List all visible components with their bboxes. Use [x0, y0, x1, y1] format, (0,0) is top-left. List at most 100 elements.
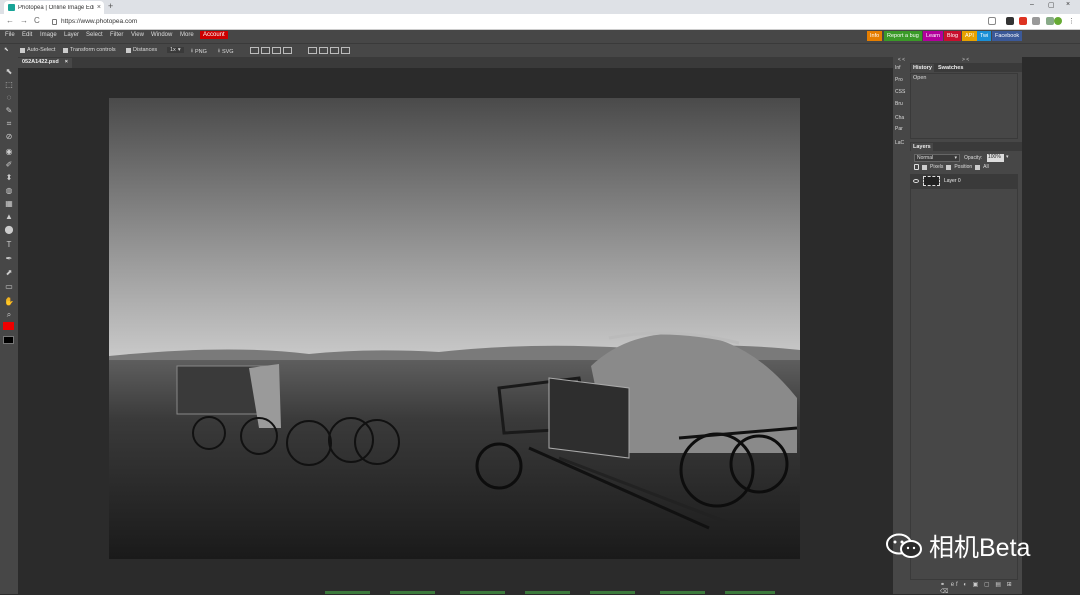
facebook-link[interactable]: Facebook [992, 31, 1023, 41]
align-center-icon[interactable] [261, 47, 270, 54]
align-top-icon[interactable] [283, 47, 292, 54]
back-button[interactable]: ← [6, 16, 14, 25]
zoom-tool-icon[interactable]: ⌕ [4, 310, 14, 319]
menu-window[interactable]: Window [151, 32, 172, 38]
distribute-right-icon[interactable] [330, 47, 339, 54]
browser-tab[interactable]: Photopea | Online Image Edit × [4, 1, 104, 14]
menu-select[interactable]: Select [86, 32, 103, 38]
hand-tool-icon[interactable]: ✋ [4, 297, 14, 306]
path-selection-tool-icon[interactable]: ⬈ [4, 268, 14, 277]
align-right-icon[interactable] [272, 47, 281, 54]
marquee-tool-icon[interactable]: ⬚ [4, 80, 14, 89]
address-bar[interactable]: https://www.photopea.com [50, 16, 1000, 27]
profile-avatar[interactable] [1054, 17, 1062, 25]
rectangle-tool-icon[interactable]: ▭ [4, 282, 14, 291]
brush-panel-button[interactable]: Bru [895, 101, 903, 107]
distribute-left-icon[interactable] [308, 47, 317, 54]
blog-link[interactable]: Blog [944, 31, 962, 41]
move-tool-icon[interactable]: ⬉ [4, 67, 14, 76]
maximize-button[interactable]: ▢ [1048, 1, 1055, 9]
character-panel-button[interactable]: Cha [895, 115, 904, 121]
layer-row[interactable]: Layer 0 [910, 174, 1018, 188]
lasso-tool-icon[interactable]: ◌ [4, 93, 14, 102]
dodge-tool-icon[interactable]: ⬤ [4, 225, 14, 234]
tab-swatches[interactable]: Swatches [936, 64, 965, 72]
tab-close-icon[interactable]: × [97, 4, 104, 11]
lock-pixels-checkbox[interactable] [922, 164, 927, 170]
collapse-arrows-icon[interactable]: < < [893, 57, 910, 63]
clone-stamp-tool-icon[interactable]: ⬍ [4, 173, 14, 182]
distribute-buttons[interactable] [308, 47, 350, 54]
distribute-center-icon[interactable] [319, 47, 328, 54]
menu-image[interactable]: Image [40, 32, 57, 38]
gradient-tool-icon[interactable]: ▦ [4, 199, 14, 208]
export-png-button[interactable]: ⭳ PNG [191, 47, 207, 56]
type-tool-icon[interactable]: T [4, 240, 14, 249]
align-buttons[interactable] [250, 47, 292, 54]
chevron-down-icon[interactable]: ▾ [1006, 154, 1009, 160]
canvas-area[interactable] [18, 68, 893, 591]
lock-icon [914, 164, 919, 170]
extension-icon[interactable] [1006, 17, 1014, 25]
properties-panel-button[interactable]: Pro [895, 77, 903, 83]
tab-layers[interactable]: Layers [911, 143, 933, 151]
brush-tool-icon[interactable]: ✐ [4, 160, 14, 169]
lock-position-checkbox[interactable] [946, 164, 952, 170]
forward-button[interactable]: → [20, 16, 28, 25]
blend-mode-select[interactable]: Normal ▾ [914, 154, 960, 162]
opacity-input[interactable]: 100% [987, 154, 1004, 162]
crop-tool-icon[interactable]: ⌗ [4, 119, 14, 128]
bookmark-star-icon[interactable] [988, 17, 996, 25]
info-link[interactable]: Info [867, 31, 883, 41]
report-bug-link[interactable]: Report a bug [884, 31, 922, 41]
background-color-swatch[interactable] [3, 336, 14, 344]
auto-select-label: Auto-Select [27, 47, 56, 53]
tab-history[interactable]: History [911, 64, 934, 72]
info-panel-button[interactable]: Inf [895, 65, 901, 71]
layers-list [910, 188, 1018, 580]
layer-controls: Normal ▾ Opacity: 100% ▾ Pixels Position… [912, 153, 1020, 173]
reload-button[interactable]: C [34, 16, 40, 25]
css-panel-button[interactable]: CSS [895, 89, 905, 95]
menu-view[interactable]: View [131, 32, 144, 38]
extension-icon[interactable] [1019, 17, 1027, 25]
eyedropper-tool-icon[interactable]: ⊘ [4, 132, 14, 141]
healing-brush-tool-icon[interactable]: ◉ [4, 147, 14, 156]
extension-icon[interactable] [1032, 17, 1040, 25]
api-link[interactable]: API [962, 31, 977, 41]
eraser-tool-icon[interactable]: ◍ [4, 186, 14, 195]
distances-checkbox[interactable]: Distances [126, 47, 157, 53]
pen-tool-icon[interactable]: ✒ [4, 254, 14, 263]
minimize-button[interactable]: – [1030, 1, 1034, 8]
paragraph-panel-button[interactable]: Par [895, 126, 903, 132]
auto-select-checkbox[interactable]: Auto-Select [20, 47, 55, 53]
account-button[interactable]: Account [200, 31, 228, 39]
close-icon[interactable]: × [65, 59, 68, 67]
lock-all-checkbox[interactable] [975, 164, 981, 170]
menu-more[interactable]: More [180, 32, 194, 38]
menu-edit[interactable]: Edit [22, 32, 32, 38]
menu-filter[interactable]: Filter [110, 32, 123, 38]
layer-actions-icons[interactable]: ⚭ ef ◐ ▣ ▢ ▤ ⊞ ⌫ [940, 581, 1022, 595]
extension-icon[interactable] [1046, 17, 1054, 25]
menu-file[interactable]: File [5, 32, 15, 38]
distribute-spacing-icon[interactable] [341, 47, 350, 54]
export-svg-button[interactable]: ⭳ SVG [218, 47, 234, 56]
more-menu-icon[interactable]: ⋮ [1068, 17, 1075, 25]
document-tab[interactable]: 052A1422.psd × [18, 58, 72, 68]
zoom-select[interactable]: 1x ▾ [167, 47, 184, 53]
new-tab-button[interactable]: + [108, 1, 113, 11]
history-item[interactable]: Open [913, 75, 926, 81]
menu-layer[interactable]: Layer [64, 32, 79, 38]
close-window-button[interactable]: × [1066, 1, 1070, 8]
transform-controls-checkbox[interactable]: Transform controls [63, 47, 116, 53]
blur-tool-icon[interactable]: ▲ [4, 212, 14, 221]
magic-wand-tool-icon[interactable]: ✎ [4, 106, 14, 115]
align-left-icon[interactable] [250, 47, 259, 54]
distances-label: Distances [133, 47, 158, 53]
twitter-link[interactable]: Twi [977, 31, 992, 41]
foreground-color-swatch[interactable] [3, 322, 14, 330]
layer-comps-panel-button[interactable]: LaC [895, 140, 904, 146]
visibility-eye-icon[interactable] [913, 179, 919, 183]
learn-link[interactable]: Learn [923, 31, 944, 41]
